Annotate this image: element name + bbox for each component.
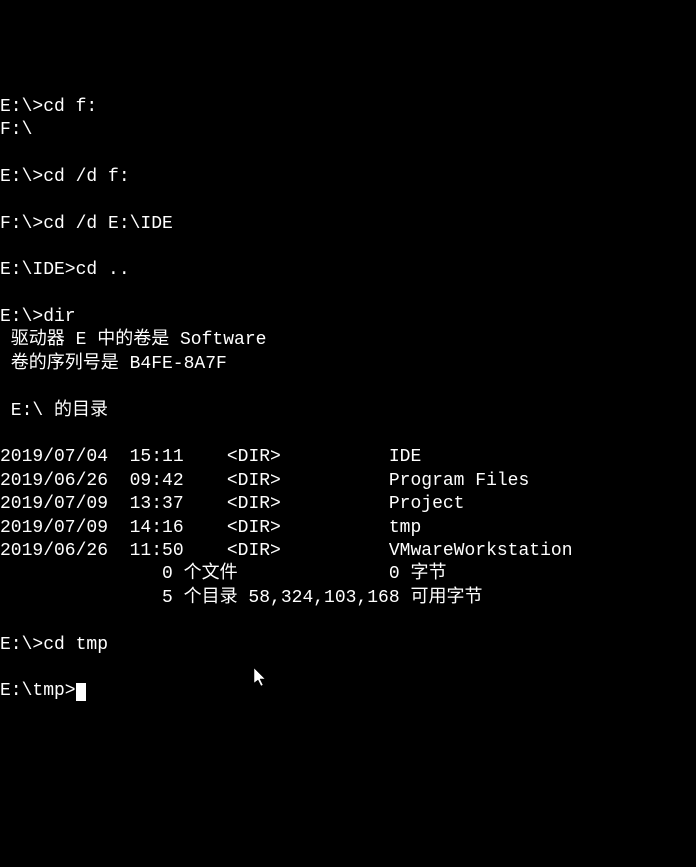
dir-entry-line: 2019/07/04 15:11 <DIR> IDE bbox=[0, 447, 421, 467]
dir-serial-line: 卷的序列号是 B4FE-8A7F bbox=[0, 354, 227, 374]
dir-path-line: E:\ 的目录 bbox=[0, 401, 108, 421]
text-cursor bbox=[76, 683, 86, 701]
command-line: E:\IDE>cd .. bbox=[0, 260, 130, 280]
command-line: E:\>cd /d f: bbox=[0, 167, 130, 187]
dir-entry-line: 2019/06/26 09:42 <DIR> Program Files bbox=[0, 471, 529, 491]
dir-volume-line: 驱动器 E 中的卷是 Software bbox=[0, 330, 266, 350]
dir-summary-files: 0 个文件 0 字节 bbox=[0, 564, 446, 584]
terminal-output[interactable]: E:\>cd f: F:\ E:\>cd /d f: F:\>cd /d E:\… bbox=[0, 96, 696, 704]
command-line: E:\>cd tmp bbox=[0, 635, 108, 655]
output-line: F:\ bbox=[0, 120, 32, 140]
dir-entry-line: 2019/07/09 14:16 <DIR> tmp bbox=[0, 518, 421, 538]
dir-entry-line: 2019/06/26 11:50 <DIR> VMwareWorkstation bbox=[0, 541, 573, 561]
command-line: E:\>dir bbox=[0, 307, 76, 327]
prompt-line[interactable]: E:\tmp> bbox=[0, 681, 76, 701]
dir-summary-dirs: 5 个目录 58,324,103,168 可用字节 bbox=[0, 588, 482, 608]
command-line: F:\>cd /d E:\IDE bbox=[0, 214, 173, 234]
dir-entry-line: 2019/07/09 13:37 <DIR> Project bbox=[0, 494, 464, 514]
command-line: E:\>cd f: bbox=[0, 97, 97, 117]
